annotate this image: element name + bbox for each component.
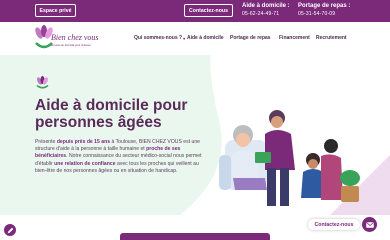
nav-portage-de-repas[interactable]: Portage de repas — [230, 35, 271, 41]
envelope-icon — [365, 221, 374, 228]
phone-portage-repas[interactable]: Portage de repas : 05-31-54-70-09 — [298, 3, 350, 17]
phone-aide-domicile[interactable]: Aide à domicile : 05-62-24-49-71 — [242, 3, 290, 17]
nav-label: Financement — [279, 35, 310, 41]
text-highlight: depuis près de 15 ans — [56, 139, 111, 145]
nav-qui-sommes-nous[interactable]: Qui sommes-nous ? ▾ — [134, 35, 185, 41]
logo[interactable]: Bien chez vous services au domicile pour… — [34, 25, 104, 53]
hero-description: Présente depuis près de 15 ans à Toulous… — [35, 139, 205, 175]
logo-subtitle: services au domicile pour toulouse — [51, 44, 91, 47]
header: Bien chez vous services au domicile pour… — [0, 22, 390, 55]
caregiver-illustration — [219, 110, 360, 206]
contact-button[interactable]: Contactez-nous — [184, 4, 233, 17]
text-highlight: une relation de confiance — [54, 160, 116, 167]
phone-number[interactable]: 05-31-54-70-09 — [298, 11, 350, 17]
nav-label: Portage de repas — [230, 35, 271, 41]
pencil-icon — [7, 227, 13, 233]
nav-label: Recrutement — [316, 35, 347, 41]
bottom-banner-strip — [120, 233, 270, 240]
phone-number[interactable]: 05-62-24-49-71 — [242, 11, 290, 17]
nav-label: Qui sommes-nous ? — [134, 35, 183, 41]
top-bar: Espace privé Contactez-nous Aide à domic… — [0, 0, 390, 22]
phone-title: Portage de repas : — [298, 3, 351, 9]
chevron-down-icon: ▾ — [183, 35, 186, 41]
hero-title: Aide à domicile pour personnes âgées — [35, 97, 188, 131]
edit-button[interactable] — [4, 224, 16, 236]
nav-label: Aide à domicile — [187, 35, 224, 41]
nav-aide-a-domicile[interactable]: Aide à domicile — [187, 35, 224, 41]
espace-prive-button[interactable]: Espace privé — [35, 4, 76, 17]
phone-title: Aide à domicile : — [242, 3, 290, 9]
text-part: Présente — [35, 139, 57, 145]
logo-text: Bien chez vous — [51, 33, 99, 42]
nav-financement[interactable]: Financement — [279, 35, 310, 41]
nav-recrutement[interactable]: Recrutement — [316, 35, 347, 41]
flower-icon — [36, 76, 49, 89]
mail-button[interactable] — [362, 217, 377, 232]
floating-contact-button[interactable]: Contactez-nous — [308, 219, 360, 230]
